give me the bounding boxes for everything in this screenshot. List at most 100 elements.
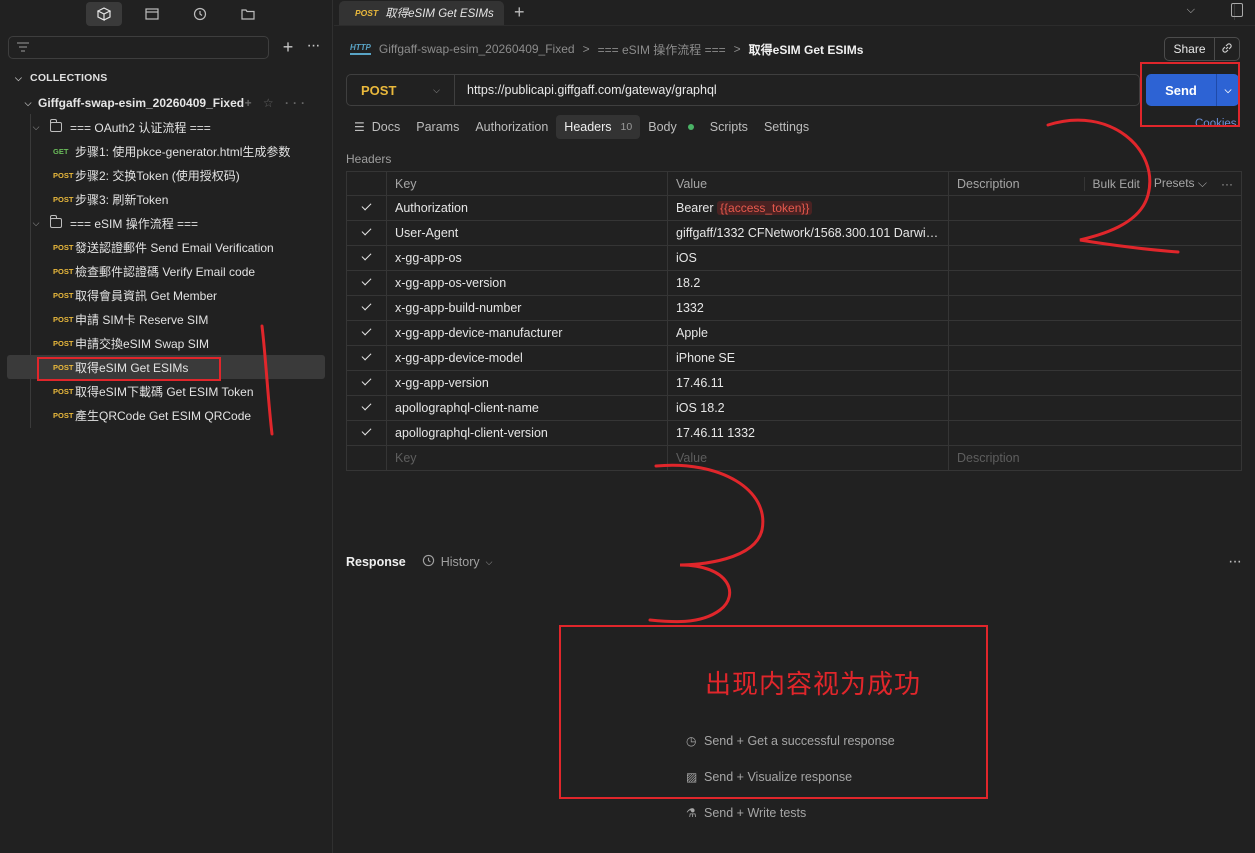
chevron-down-icon: ⌵ [15,72,23,83]
url-input[interactable]: https://publicapi.giffgaff.com/gateway/g… [455,83,717,97]
headers-count-badge: 10 [620,121,633,133]
tab-scripts[interactable]: Scripts [702,115,756,139]
tab-bar: POST 取得eSIM Get ESIMs + ⌵ [334,0,1255,26]
request-item[interactable]: POST 檢查郵件認證碼 Verify Email code [0,259,333,283]
breadcrumb-folder[interactable]: === eSIM 操作流程 === [598,41,726,58]
clock-check-icon: ◷ [686,734,697,748]
request-item-selected[interactable]: POST 取得eSIM Get ESIMs [7,355,325,379]
table-row[interactable]: x-gg-app-device-model iPhone SE [346,345,1242,371]
check-icon[interactable] [361,226,373,238]
row-actions[interactable]: + ☆ ··· [245,96,309,110]
folder-icon[interactable] [230,2,266,26]
collections-icon[interactable] [86,2,122,26]
folder-icon [50,215,62,228]
table-row[interactable]: x-gg-app-os-version 18.2 [346,270,1242,296]
sidebar-toggle-icon[interactable] [1231,3,1243,17]
hint-successful-response[interactable]: ◷ Send + Get a successful response [686,734,895,748]
request-item[interactable]: POST 取得eSIM下載碼 Get ESIM Token [0,379,333,403]
chevron-down-icon: ⌵ [24,97,32,108]
more-icon[interactable]: ··· [1228,553,1242,571]
request-item[interactable]: POST 產生QRCode Get ESIM QRCode [0,403,333,427]
request-item[interactable]: POST 發送認證郵件 Send Email Verification [0,235,333,259]
link-icon[interactable] [1215,42,1239,57]
breadcrumb: HTTP Giffgaff-swap-esim_20260409_Fixed >… [350,41,864,58]
table-row[interactable]: x-gg-app-os iOS [346,245,1242,271]
table-row[interactable]: x-gg-app-device-manufacturer Apple [346,320,1242,346]
sidebar: + ··· ⌵ COLLECTIONS ⌵ Giffgaff-swap-esim… [0,0,333,853]
sidebar-search-input[interactable] [8,36,269,59]
response-title[interactable]: Response [346,555,406,569]
table-row[interactable]: apollographql-client-name iOS 18.2 [346,395,1242,421]
http-icon: HTTP [350,43,371,55]
table-row[interactable]: apollographql-client-version 17.46.11 13… [346,420,1242,446]
new-value-input[interactable]: Value [667,445,949,471]
chevron-down-icon: ⌵ [485,556,493,567]
request-item[interactable]: POST 申請交換eSIM Swap SIM [0,331,333,355]
bulk-edit-button[interactable]: Bulk Edit [1083,176,1140,191]
flask-icon: ⚗ [686,806,697,820]
presets-dropdown[interactable]: Presets ⌵ [1154,176,1207,191]
check-icon[interactable] [361,201,373,213]
folder-item[interactable]: ⌵ === eSIM 操作流程 === [0,211,333,235]
check-icon[interactable] [361,276,373,288]
chevron-down-icon: ⌵ [433,84,440,95]
column-value: Value [667,171,949,196]
method-select[interactable]: POST ⌵ [347,75,455,105]
plus-icon[interactable]: + [279,36,297,58]
check-icon[interactable] [361,251,373,263]
tab-body[interactable]: Body [640,115,702,139]
request-item[interactable]: POST 步骤3: 刷新Token [0,187,333,211]
sidebar-toolbar [0,0,332,28]
history-dropdown[interactable]: History ⌵ [422,554,493,570]
tab-authorization[interactable]: Authorization [467,115,556,139]
send-button[interactable]: Send ⌵ [1146,74,1239,106]
body-status-dot [687,124,694,130]
check-icon[interactable] [361,301,373,313]
annotation-text: 出现内容视为成功 [705,670,922,700]
check-icon[interactable] [361,326,373,338]
request-tabs: ☰ Docs Params Authorization Headers 10 B… [346,114,817,140]
history-icon[interactable] [182,2,218,26]
collection-item[interactable]: ⌵ Giffgaff-swap-esim_20260409_Fixed + ☆ … [0,91,333,115]
check-icon[interactable] [361,426,373,438]
table-row-new[interactable]: Key Value Description [346,445,1242,471]
tab-params[interactable]: Params [408,115,467,139]
check-icon[interactable] [361,401,373,413]
request-item[interactable]: GET 步骤1: 使用pkce-generator.html生成参数 [0,139,333,163]
more-icon[interactable]: ··· [303,36,323,58]
check-icon[interactable] [361,376,373,388]
table-row[interactable]: x-gg-app-version 17.46.11 [346,370,1242,396]
new-key-input[interactable]: Key [386,445,668,471]
new-description-input[interactable]: Description [948,445,1242,471]
tab-settings[interactable]: Settings [756,115,817,139]
column-key: Key [386,171,668,196]
tab-headers[interactable]: Headers 10 [556,115,641,139]
request-item[interactable]: POST 申請 SIM卡 Reserve SIM [0,307,333,331]
chevron-down-icon: ⌵ [32,121,40,132]
request-item[interactable]: POST 步骤2: 交换Token (使用授权码) [0,163,333,187]
check-icon[interactable] [361,351,373,363]
filter-icon [17,41,29,55]
folder-icon [50,119,62,132]
request-item[interactable]: POST 取得會員資訊 Get Member [0,283,333,307]
breadcrumb-collection[interactable]: Giffgaff-swap-esim_20260409_Fixed [379,42,575,56]
tab-docs[interactable]: ☰ Docs [346,115,408,139]
history-icon [422,554,435,570]
new-tab-plus-icon[interactable]: + [514,2,525,23]
table-row[interactable]: x-gg-app-build-number 1332 [346,295,1242,321]
hint-visualize-response[interactable]: ▨ Send + Visualize response [686,770,852,784]
more-icon[interactable]: ··· [1221,177,1233,191]
collections-header[interactable]: ⌵ COLLECTIONS [15,72,107,84]
page-title[interactable]: 取得eSIM Get ESIMs [749,41,864,58]
hint-write-tests[interactable]: ⚗ Send + Write tests [686,806,806,820]
cookies-link[interactable]: Cookies [1195,118,1237,130]
image-chart-icon: ▨ [686,770,698,784]
environments-icon[interactable] [134,2,170,26]
table-row[interactable]: Authorization Bearer {{access_token}} [346,195,1242,221]
request-tab[interactable]: POST 取得eSIM Get ESIMs [339,0,504,25]
share-button[interactable]: Share [1164,37,1240,61]
chevron-down-icon[interactable]: ⌵ [1187,4,1195,17]
chevron-down-icon[interactable]: ⌵ [1216,74,1239,106]
table-row[interactable]: User-Agent giffgaff/1332 CFNetwork/1568.… [346,220,1242,246]
folder-item[interactable]: ⌵ === OAuth2 认证流程 === [0,115,333,139]
